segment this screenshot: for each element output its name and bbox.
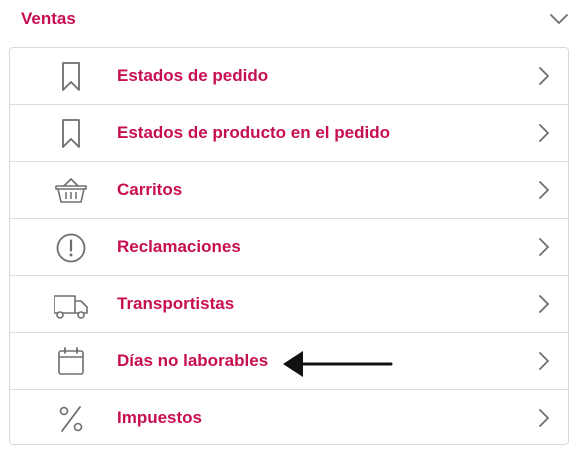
- chevron-right-icon: [539, 124, 549, 142]
- section-header-ventas[interactable]: Ventas: [0, 0, 583, 38]
- chevron-right-icon: [539, 409, 549, 427]
- menu-item-label: Reclamaciones: [117, 237, 241, 256]
- menu-item-label: Impuestos: [117, 408, 203, 427]
- chevron-down-icon[interactable]: [548, 8, 570, 30]
- menu-item-label: Estados de producto en el pedido: [117, 123, 390, 142]
- menu-item-estados-de-producto[interactable]: Estados de producto en el pedido: [10, 105, 568, 162]
- calendar-icon: [58, 347, 84, 375]
- menu-item-transportistas[interactable]: Transportistas: [10, 276, 568, 333]
- menu-item-label: Transportistas: [117, 294, 235, 313]
- menu-item-label: Días no laborables: [117, 351, 269, 370]
- chevron-right-icon: [539, 67, 549, 85]
- chevron-right-icon: [539, 352, 549, 370]
- percent-icon: [59, 406, 83, 432]
- menu-item-carritos[interactable]: Carritos: [10, 162, 568, 219]
- chevron-right-icon: [539, 238, 549, 256]
- menu-item-reclamaciones[interactable]: Reclamaciones: [10, 219, 568, 276]
- ventas-menu-list: Estados de pedido Estados de producto en…: [9, 47, 569, 445]
- menu-item-label: Carritos: [117, 180, 183, 199]
- truck-icon: [54, 295, 88, 319]
- chevron-right-icon: [539, 295, 549, 313]
- basket-icon: [55, 178, 87, 203]
- menu-item-label: Estados de pedido: [117, 66, 269, 85]
- bookmark-icon: [62, 62, 80, 91]
- menu-item-impuestos[interactable]: Impuestos: [10, 390, 568, 447]
- chevron-right-icon: [539, 181, 549, 199]
- bookmark-icon: [62, 119, 80, 148]
- alert-circle-icon: [56, 233, 86, 263]
- left-arrow-icon: [283, 351, 393, 377]
- section-title: Ventas: [21, 9, 76, 28]
- menu-item-estados-de-pedido[interactable]: Estados de pedido: [10, 48, 568, 105]
